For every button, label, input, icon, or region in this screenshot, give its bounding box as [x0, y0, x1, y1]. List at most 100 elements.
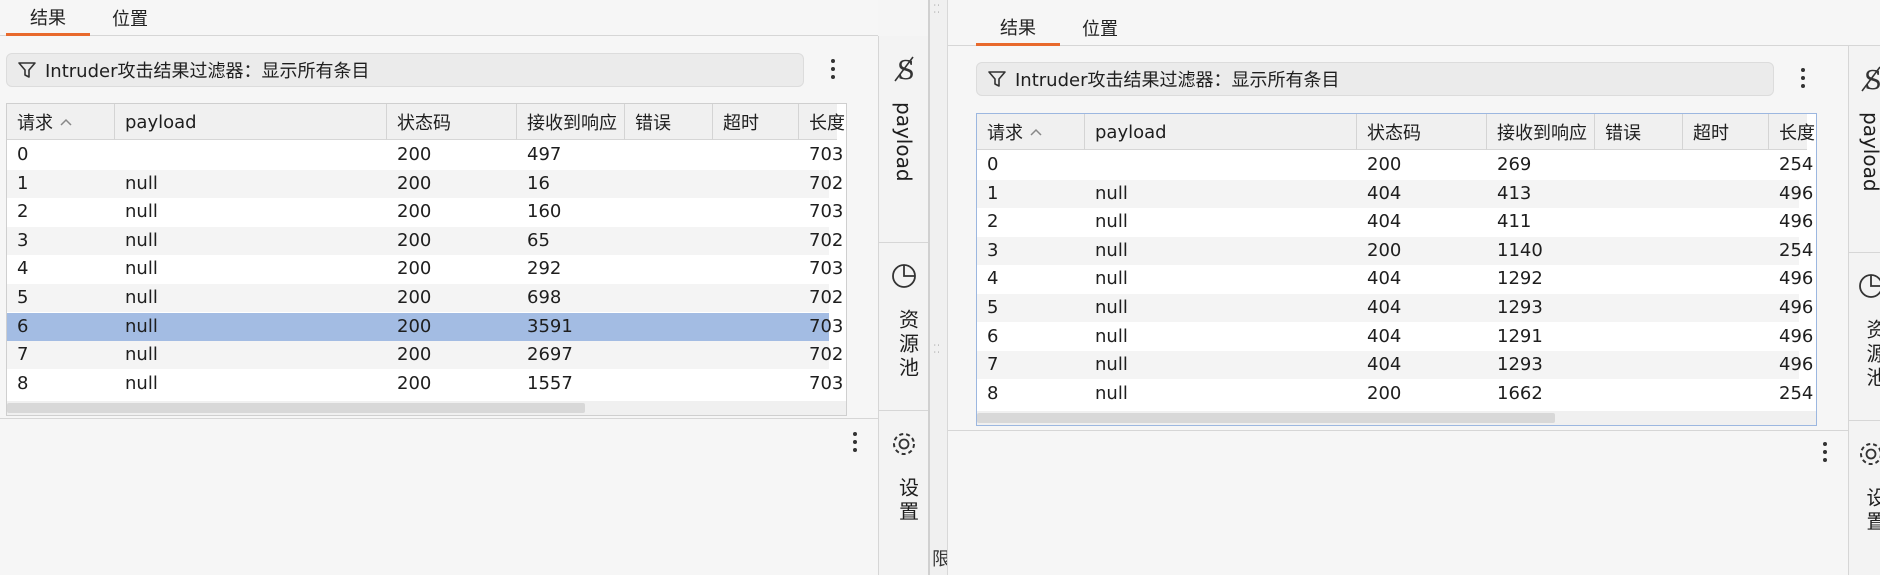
filter-bar[interactable]: Intruder攻击结果过滤器：显示所有条目 [6, 53, 804, 87]
col-length-header[interactable]: 长度 [799, 104, 846, 140]
table-row[interactable]: 6 null 200 3591 703 [7, 312, 843, 341]
table-row[interactable]: 0 200 269 254 [977, 151, 1813, 179]
table-row[interactable]: 8 null 200 1557 703 [7, 370, 843, 398]
cell-request: 3 [17, 229, 29, 251]
column-label: 接收到响应 [527, 113, 617, 134]
col-error-header[interactable]: 错误 [625, 104, 713, 140]
table-row[interactable]: 3 null 200 65 702 [7, 226, 843, 255]
window-divider[interactable]: ···· ···· 限 [928, 0, 948, 575]
table-row[interactable]: 1 null 200 16 702 [7, 169, 843, 198]
cell-request: 5 [987, 297, 999, 318]
table-row[interactable]: 5 null 404 1293 496 [977, 294, 1813, 322]
cell-error [1595, 237, 1683, 265]
table-row[interactable]: 2 null 404 411 496 [977, 208, 1813, 236]
cell-payload: null [125, 315, 158, 337]
col-error-header[interactable]: 错误 [1595, 114, 1683, 150]
cell-length: 703 [809, 258, 844, 280]
col-response-received-header[interactable]: 接收到响应 [1487, 114, 1595, 150]
col-payload-header[interactable]: payload [115, 104, 387, 140]
table-row[interactable]: 8 null 200 1662 254 [977, 380, 1813, 408]
cell-length: 703 [809, 201, 844, 223]
cell-status: 404 [1367, 211, 1402, 233]
horizontal-scrollbar[interactable] [977, 411, 1816, 425]
table-row[interactable]: 0 200 497 703 [7, 141, 843, 169]
cell-response-time: 1293 [1497, 354, 1543, 376]
col-timeout-header[interactable]: 超时 [1683, 114, 1769, 150]
sidebar-label: 资源池 [1863, 319, 1880, 391]
sidebar-item-payload[interactable]: Spayload [1849, 46, 1880, 252]
sidebar-label: payload [1859, 112, 1880, 192]
cell-error [625, 341, 713, 369]
filter-bar[interactable]: Intruder攻击结果过滤器：显示所有条目 [976, 62, 1774, 96]
table-row[interactable]: 1 null 404 413 496 [977, 179, 1813, 208]
more-vertical-icon[interactable] [1815, 439, 1835, 465]
cell-payload: null [1095, 325, 1128, 347]
column-label: 超时 [1693, 123, 1729, 144]
cell-timeout [1683, 265, 1769, 293]
sidebar-item-settings[interactable]: 设置 [879, 410, 928, 575]
table-row[interactable]: 4 null 404 1292 496 [977, 265, 1813, 293]
sidebar-label: 设置 [895, 477, 920, 525]
result-tabs: 结果 位置 [0, 0, 878, 36]
table-row[interactable]: 3 null 200 1140 254 [977, 236, 1813, 265]
cell-status: 200 [397, 144, 432, 165]
tab-results[interactable]: 结果 [976, 10, 1060, 46]
scrollbar-thumb[interactable] [7, 403, 585, 413]
cell-status: 200 [397, 287, 432, 308]
cell-response-time: 1662 [1497, 382, 1543, 404]
cell-request: 7 [987, 354, 999, 376]
sidebar-item-resource-pool[interactable]: 资源池 [1849, 252, 1880, 420]
more-vertical-icon[interactable] [1793, 65, 1813, 91]
cell-request: 8 [987, 382, 999, 404]
col-request-header[interactable]: 请求 [977, 114, 1085, 150]
sidebar-item-resource-pool[interactable]: 资源池 [879, 242, 928, 410]
cell-request: 3 [987, 239, 999, 261]
table-row[interactable]: 7 null 404 1293 496 [977, 351, 1813, 380]
cell-payload: null [1095, 211, 1128, 233]
tab-results[interactable]: 结果 [6, 0, 90, 36]
col-payload-header[interactable]: payload [1085, 114, 1357, 150]
cell-length: 702 [809, 229, 844, 251]
payload-s-icon: S [1861, 66, 1880, 94]
col-status-header[interactable]: 状态码 [387, 104, 517, 140]
col-request-header[interactable]: 请求 [7, 104, 115, 140]
col-status-header[interactable]: 状态码 [1357, 114, 1487, 150]
column-label: 错误 [1605, 123, 1641, 144]
more-vertical-icon[interactable] [845, 429, 865, 455]
more-vertical-icon[interactable] [823, 56, 843, 82]
cell-timeout [713, 255, 799, 283]
sidebar-item-payload[interactable]: Spayload [879, 36, 928, 242]
col-response-received-header[interactable]: 接收到响应 [517, 104, 625, 140]
column-label: payload [1095, 121, 1167, 143]
cell-request: 1 [17, 172, 29, 194]
table-row[interactable]: 6 null 404 1291 496 [977, 323, 1813, 351]
sidebar-item-settings[interactable]: 设置 [1849, 420, 1880, 575]
cell-status: 200 [397, 372, 432, 394]
cell-status: 200 [397, 201, 432, 223]
table-header: 请求 payload 状态码 接收到响应 错误 超时 长度 [7, 104, 845, 140]
col-length-header[interactable]: 长度 [1769, 114, 1816, 150]
scrollbar-thumb[interactable] [977, 413, 1555, 423]
table-row[interactable]: 7 null 200 2697 702 [7, 341, 843, 370]
sort-up-icon [1030, 128, 1042, 136]
tab-positions[interactable]: 位置 [92, 0, 168, 36]
cell-error [1595, 380, 1683, 408]
table-row[interactable]: 2 null 200 160 703 [7, 198, 843, 226]
filter-icon [18, 62, 36, 78]
background-snippet: ·· ·· [933, 2, 941, 16]
svg-text:S: S [897, 56, 915, 84]
cell-length: 702 [809, 344, 844, 366]
cell-timeout [1683, 294, 1769, 322]
cell-length: 703 [809, 372, 844, 394]
cell-timeout [713, 141, 799, 169]
table-row[interactable]: 5 null 200 698 702 [7, 284, 843, 312]
cell-error [1595, 294, 1683, 322]
cell-response-time: 698 [527, 287, 562, 308]
table-row[interactable]: 4 null 200 292 703 [7, 255, 843, 283]
cell-status: 404 [1367, 182, 1402, 204]
horizontal-scrollbar[interactable] [7, 401, 846, 415]
cell-response-time: 1557 [527, 372, 573, 394]
column-label: 请求 [987, 123, 1023, 144]
col-timeout-header[interactable]: 超时 [713, 104, 799, 140]
tab-positions[interactable]: 位置 [1062, 10, 1138, 46]
